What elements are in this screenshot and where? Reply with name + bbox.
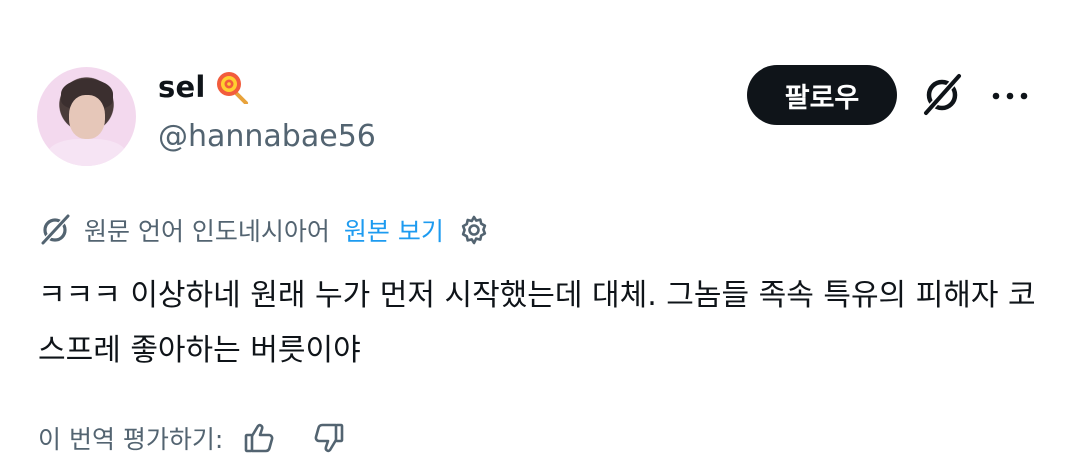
rate-prompt: 이 번역 평가하기: — [38, 425, 224, 454]
follow-button[interactable]: 팔로우 — [747, 65, 897, 125]
avatar[interactable] — [37, 67, 136, 166]
grok-icon[interactable] — [919, 72, 965, 118]
lollipop-icon — [217, 72, 249, 104]
user-name-row: sel — [158, 70, 249, 104]
grok-icon — [39, 214, 71, 246]
tweet-text: ㅋㅋㅋ 이상하네 원래 누가 먼저 시작했는데 대체. 그놈들 족속 특유의 피… — [38, 278, 1036, 368]
show-original-link[interactable]: 원본 보기 — [344, 212, 444, 248]
translation-bar: 원문 언어 인도네시아어 원본 보기 — [38, 212, 490, 248]
more-dots-icon[interactable] — [990, 86, 1030, 106]
thumbs-down-icon[interactable] — [311, 421, 345, 455]
avatar-face — [69, 95, 105, 139]
display-name[interactable]: sel — [158, 70, 205, 104]
thumbs-up-icon[interactable] — [243, 421, 277, 455]
user-handle[interactable]: @hannabae56 — [158, 119, 376, 154]
rate-translation-bar: 이 번역 평가하기: — [38, 420, 345, 456]
source-language-label: 원문 언어 인도네시아어 — [84, 217, 330, 246]
gear-icon[interactable] — [458, 214, 490, 246]
avatar-shirt — [47, 139, 127, 166]
